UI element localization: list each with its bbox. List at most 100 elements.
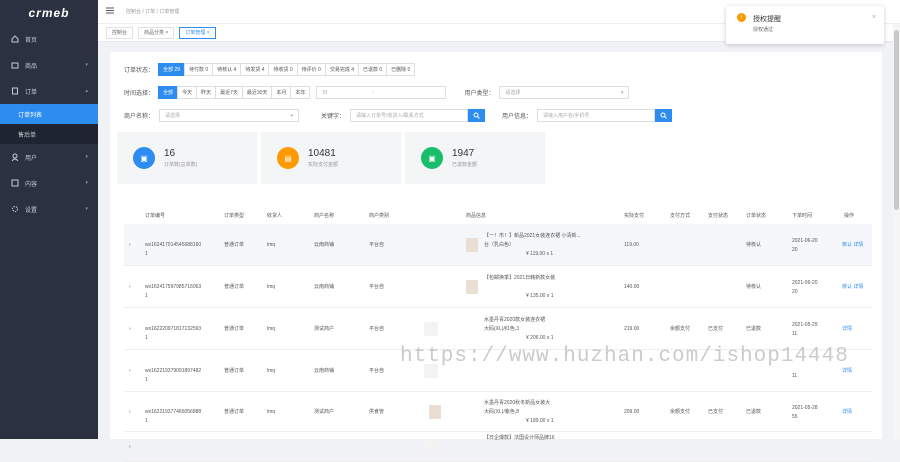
receiver: lmq [267,326,276,332]
order-type: 普通订单 [224,409,245,415]
time-option[interactable]: 最近7天 [215,86,243,99]
user-icon [11,153,19,162]
tab-label: 商品分类 [144,30,165,36]
receiver: lmq [267,284,276,290]
date-range-picker[interactable]: 日 - [316,86,447,99]
order-id: wx162219377466056888 [145,409,202,415]
col-header: 订单类型 [224,212,245,219]
sidebar-item-home[interactable]: 首页 [0,26,98,52]
order-id-suffix: 1 [145,335,148,341]
sidebar-item-product[interactable]: 商品 ▾ [0,52,98,78]
time-option[interactable]: 今天 [177,86,198,99]
order-state: 待核认 [746,242,762,248]
status-option[interactable]: 全部 29 [158,63,185,76]
tab-dashboard[interactable]: 控制台 [106,26,134,39]
status-label: 订单状态： [124,68,155,74]
col-header: 商户类别 [369,212,390,219]
col-header: 实际支付 [624,212,645,219]
user-type-select[interactable]: 请选择 ▾ [499,86,630,99]
goods-spec: 台（乳白色） [484,242,515,248]
close-icon[interactable]: × [872,14,876,21]
merchant-name: 云南商铺 [314,242,335,248]
user-search-button[interactable] [655,109,673,122]
status-option[interactable]: 待发货 4 [240,63,270,76]
status-option[interactable]: 已删除 0 [386,63,416,76]
status-option[interactable]: 待付款 0 [183,63,214,76]
order-state: 已退款 [746,326,762,332]
order-type: 普通订单 [224,284,245,290]
goods-title: 水墨丹青2020秋冬新品女装大 [484,400,551,406]
user-info-input[interactable]: 请输入用户名/手机号 [537,109,656,122]
keyword-input[interactable]: 请输入订单号/收货人/联系方式 [350,109,469,122]
time-option[interactable]: 最近30天 [241,86,273,99]
tab-category[interactable]: 商品分类 × [138,26,175,39]
row-actions[interactable]: 详情 [842,367,852,375]
sidebar-item-label: 订单 [25,89,38,96]
order-time: 2021-05-29 [792,322,818,328]
wallet-icon: ▤ [277,147,299,169]
sidebar-sub-order-list[interactable]: 订单列表 [0,104,98,124]
merchant-category: 平台自 [369,326,385,332]
row-expand-icon[interactable]: › [129,325,131,333]
keyword-search-button[interactable] [468,109,486,122]
row-expand-icon[interactable]: › [129,283,131,291]
row-expand-icon[interactable]: › [129,367,131,375]
status-option[interactable]: 待核认 4 [212,63,242,76]
time-option[interactable]: 全部 [158,86,179,99]
status-option[interactable]: 待收货 0 [268,63,298,76]
col-header: 收货人 [267,212,283,219]
merchant-name: 云南商铺 [314,368,335,374]
chevron-down-icon: ▾ [85,180,88,186]
status-option[interactable]: 已退款 0 [358,63,388,76]
sidebar-item-user[interactable]: 用户 ▾ [0,144,98,170]
sidebar-item-settings[interactable]: 设置 ▾ [0,196,98,222]
time-option[interactable]: 昨天 [196,86,217,99]
table-row[interactable]: › wx162220971817132593 1 普通订单 lmq 测试商户 平台自 水墨丹青… [124,308,872,350]
user-type-label: 用户类型： [464,91,495,97]
goods-title: 水墨丹青2020款女装连衣裙 [484,317,546,323]
col-header: 支付状态 [708,212,729,219]
row-actions[interactable]: 核认 详情 [842,241,863,249]
chevron-down-icon: ▾ [620,89,624,96]
goods-spec: 大码(XL)/紫色,8 [484,409,520,415]
sidebar-item-order[interactable]: 订单 ▴ [0,78,98,104]
close-icon[interactable]: × [165,30,168,36]
row-expand-icon[interactable]: › [129,241,131,249]
pay-state: 已支付 [708,326,724,332]
product-thumbnail [424,322,438,336]
row-actions[interactable]: 详情 [842,325,852,333]
tab-order-manage[interactable]: 订单管理 × [179,26,216,39]
order-time-suffix: 20 [792,289,798,295]
product-thumbnail [466,238,478,252]
row-actions[interactable]: 详情 [842,408,852,416]
table-row[interactable]: › wx162219377466056888 1 普通订单 lmq 测试商户 供食管 水墨丹青… [124,392,872,432]
time-option[interactable]: 本月 [271,86,292,99]
table-row[interactable]: › wx162417597985716063 1 普通订单 lmq 云南商铺 平台自 【包邮换… [124,266,872,308]
col-header: 订单编号 [145,212,166,219]
page-scrollbar[interactable] [893,24,900,439]
row-expand-icon[interactable]: › [129,408,131,416]
sidebar-item-label: 内容 [25,181,38,188]
order-time: 2021-06-20 [792,280,818,286]
pay-state: 已支付 [708,409,724,415]
table-row[interactable]: › 【日企爆款】法国设计师品牌16 [124,432,872,462]
table-row[interactable]: › wx162417014545688160 1 普通订单 lmq 云南商铺 平台自 【一！市… [124,224,872,266]
receiver: lmq [267,409,276,415]
close-icon[interactable]: × [207,30,210,36]
col-header: 订单状态 [746,212,767,219]
sidebar-item-content[interactable]: 内容 ▾ [0,170,98,196]
status-option[interactable]: 交易完成 4 [324,63,359,76]
row-actions[interactable]: 核认 详情 [842,283,863,291]
order-type: 普通订单 [224,242,245,248]
order-time-suffix: 20 [792,247,798,253]
goods-price: ¥ 119.00 x 1 [526,251,554,257]
status-option[interactable]: 待评价 0 [296,63,326,76]
sidebar-sub-refund[interactable]: 售后单 [0,124,98,144]
stat-value: 1947 [452,148,475,159]
product-thumbnail [424,440,438,454]
row-expand-icon[interactable]: › [129,443,131,451]
menu-toggle-icon[interactable] [106,7,114,16]
notice-title: 授权提醒 [753,16,781,23]
merchant-select[interactable]: 请选择 ▾ [159,109,300,122]
time-option[interactable]: 本年 [290,86,311,99]
